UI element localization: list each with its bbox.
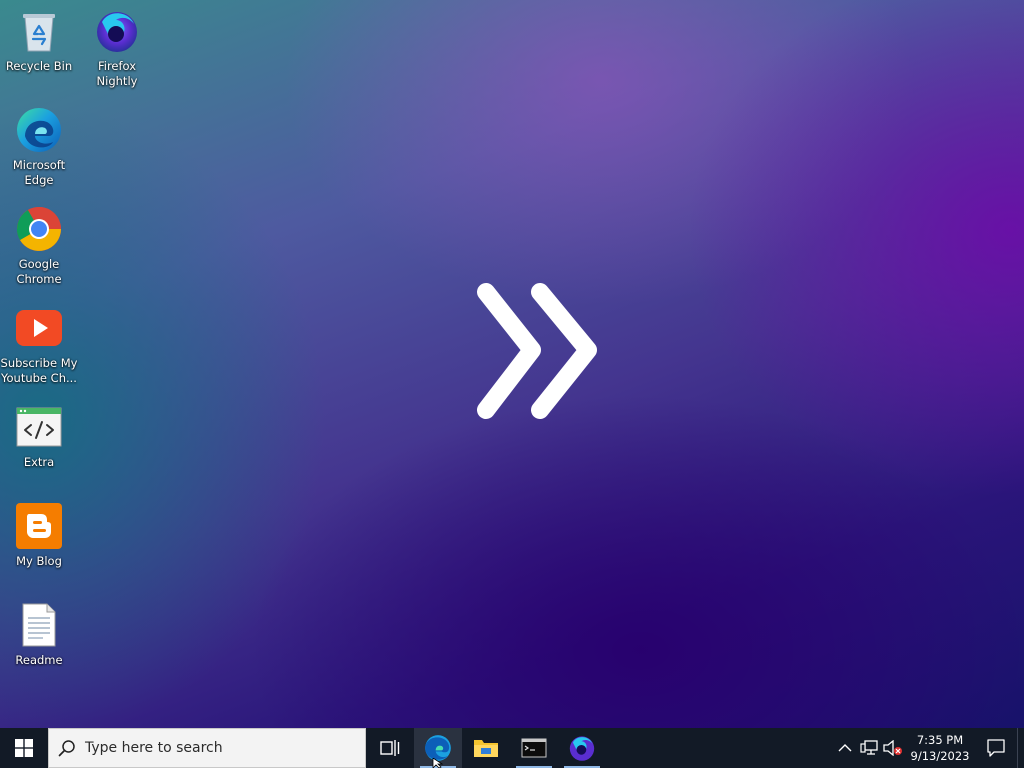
youtube-icon (14, 303, 64, 353)
volume-muted-icon (883, 740, 902, 756)
desktop-icon-microsoft-edge[interactable]: Microsoft Edge (0, 105, 78, 188)
show-hidden-icons-button[interactable] (833, 728, 857, 768)
text-document-icon (14, 600, 64, 650)
search-icon (49, 739, 85, 757)
desktop[interactable]: Recycle Bin Firefox Nightly Microsoft Ed… (0, 0, 1024, 728)
desktop-icon-firefox-nightly[interactable]: Firefox Nightly (78, 6, 156, 89)
double-chevron-icon (477, 283, 597, 419)
desktop-icon-label: Recycle Bin (5, 59, 73, 73)
taskbar-clock[interactable]: 7:35 PM 9/13/2023 (905, 728, 975, 768)
code-file-icon (14, 402, 64, 452)
desktop-icon-label: Readme (15, 653, 63, 667)
file-explorer-icon (474, 740, 498, 757)
taskbar-app-firefox-nightly[interactable] (558, 728, 606, 768)
recycle-bin-icon (14, 6, 64, 56)
search-placeholder: Type here to search (85, 740, 223, 756)
taskbar-app-terminal[interactable] (510, 728, 558, 768)
action-center-button[interactable] (975, 728, 1017, 768)
volume-button[interactable] (881, 728, 905, 768)
desktop-icon-label: My Blog (16, 554, 62, 568)
system-tray: 7:35 PM 9/13/2023 (833, 728, 1024, 768)
desktop-icon-youtube[interactable]: Subscribe My Youtube Ch... (0, 303, 78, 386)
network-icon (860, 740, 878, 755)
blogger-icon (14, 501, 64, 551)
start-button[interactable] (0, 728, 48, 768)
desktop-icon-google-chrome[interactable]: Google Chrome (0, 204, 78, 287)
firefox-nightly-icon (569, 736, 595, 761)
desktop-icon-readme[interactable]: Readme (0, 600, 78, 668)
mouse-cursor-icon (432, 758, 444, 768)
taskbar-search-box[interactable]: Type here to search (48, 728, 366, 768)
clock-time: 7:35 PM (916, 733, 964, 747)
terminal-icon (521, 738, 547, 758)
taskbar-app-file-explorer[interactable] (462, 728, 510, 768)
desktop-icon-extra[interactable]: Extra (0, 402, 78, 470)
desktop-icon-label: Subscribe My Youtube Ch... (0, 356, 78, 385)
edge-icon (14, 105, 64, 155)
firefox-nightly-icon (92, 6, 142, 56)
chevron-up-icon (838, 744, 852, 752)
desktop-icon-recycle-bin[interactable]: Recycle Bin (0, 6, 78, 74)
task-view-icon (380, 740, 400, 756)
task-view-button[interactable] (366, 728, 414, 768)
desktop-icon-label: Extra (23, 455, 55, 469)
taskbar: Type here to search 7:35 PM 9/13/2023 (0, 728, 1024, 768)
desktop-icon-my-blog[interactable]: My Blog (0, 501, 78, 569)
network-button[interactable] (857, 728, 881, 768)
chrome-icon (14, 204, 64, 254)
desktop-icon-label: Microsoft Edge (12, 158, 66, 187)
notification-icon (987, 739, 1005, 757)
show-desktop-button[interactable] (1017, 728, 1024, 768)
clock-date: 9/13/2023 (910, 749, 970, 763)
desktop-icon-label: Google Chrome (16, 257, 62, 286)
windows-logo-icon (15, 739, 33, 757)
desktop-icon-label: Firefox Nightly (96, 59, 138, 88)
